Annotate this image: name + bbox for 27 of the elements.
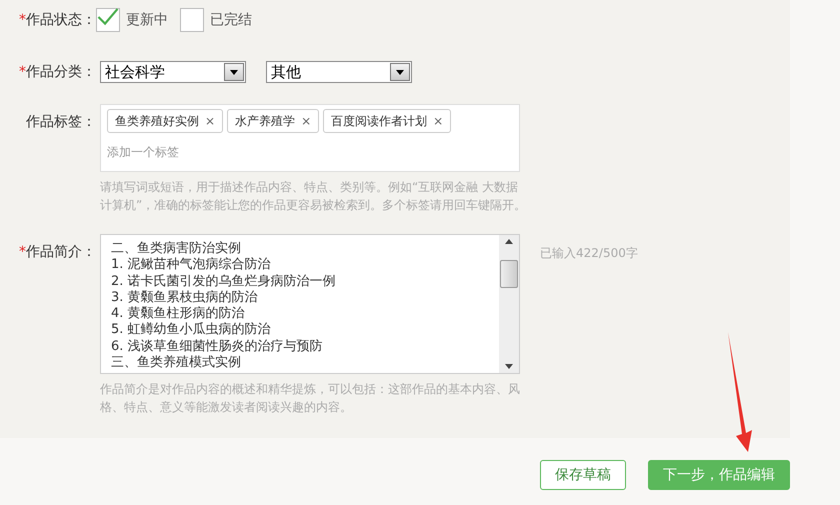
scroll-down-icon[interactable]: [505, 364, 513, 369]
remove-icon[interactable]: ×: [205, 112, 216, 130]
character-counter: 已输入422/500字: [540, 245, 638, 262]
caret-icon: [230, 70, 238, 74]
field-label: *作品简介：: [18, 243, 96, 262]
dropdown[interactable]: 其他: [266, 61, 412, 83]
field-label: *作品状态：: [18, 10, 96, 30]
tag-chip: 水产养殖学 ×: [227, 109, 320, 133]
hint-text: 作品简介是对作品内容的概述和精华提炼，可以包括：这部作品的基本内容、风格、特点、意义等能激发读者阅读兴趣的内容。: [100, 381, 521, 416]
scroll-up-icon[interactable]: [505, 239, 513, 244]
field-label: *作品分类：: [18, 62, 96, 82]
checkbox[interactable]: [96, 8, 120, 32]
caret-icon: [396, 70, 404, 74]
option-label: 已完结: [210, 10, 252, 30]
scrollbar-thumb[interactable]: [500, 260, 518, 288]
field-label: 作品标签：: [25, 113, 96, 132]
description-textarea[interactable]: 二、鱼类病害防治实例 1. 泥鳅苗种气泡病综合防治 2. 诺卡氏菌引发的乌鱼烂身病防治一例 3. 黄颡鱼累枝虫病的防治 4. 黄颡鱼柱形病的防治 5. 虹鳟幼鱼小瓜虫病的防治 6. 浅谈草鱼细菌性肠炎的治疗与预防 三、鱼类养殖模式实例: [100, 234, 520, 374]
option-label: 更新中: [126, 10, 168, 30]
tag-input-field[interactable]: 鱼类养殖好实例 × 水产养殖学 × 百度阅读作者计划 × 添加一个标签: [100, 104, 520, 172]
tag-chip: 百度阅读作者计划 ×: [323, 109, 452, 133]
save-draft-button[interactable]: 保存草稿: [540, 460, 626, 490]
hint-text: 请填写词或短语，用于描述作品内容、特点、类别等。例如“互联网金融 大数据计算机”，准确的标签能让您的作品更容易被检索到。多个标签请用回车键隔开。: [100, 179, 528, 214]
dropdown[interactable]: 社会科学: [100, 61, 246, 83]
checkbox[interactable]: [180, 8, 204, 32]
remove-icon[interactable]: ×: [433, 112, 444, 130]
remove-icon[interactable]: ×: [301, 112, 312, 130]
tag-chip: 鱼类养殖好实例 ×: [107, 109, 224, 133]
